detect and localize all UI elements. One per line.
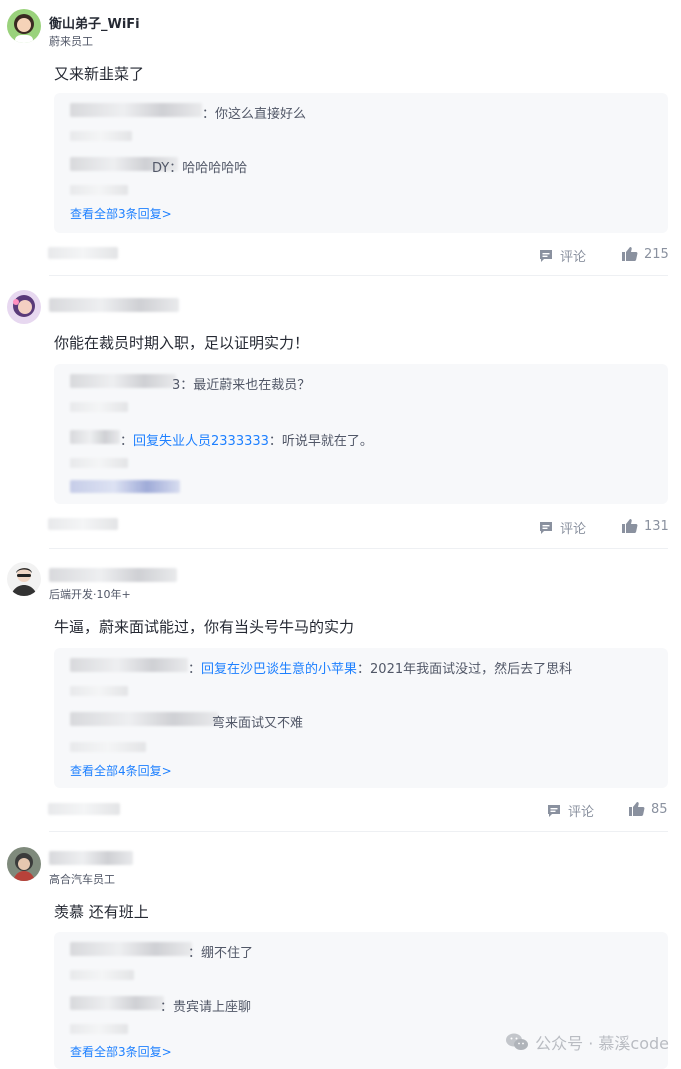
- reply-prefix: ：: [120, 434, 134, 449]
- reply-text: DY：哈哈哈哈哈: [152, 161, 248, 176]
- comment-text: 又来新韭菜了: [54, 65, 145, 83]
- view-all-replies-link[interactable]: 查看全部4条回复>: [70, 762, 172, 779]
- like-count: 131: [644, 518, 669, 534]
- avatar-image: [7, 290, 41, 324]
- avatar[interactable]: [7, 847, 41, 881]
- like-count: 85: [651, 801, 668, 817]
- redacted-username: [49, 851, 133, 865]
- redacted-meta: [70, 458, 128, 468]
- like-button[interactable]: 131: [621, 518, 669, 534]
- comment-button[interactable]: 评论: [546, 801, 594, 820]
- thumbs-up-icon: [621, 518, 638, 534]
- user-title: 蔚来员工: [49, 35, 93, 48]
- comment-item: 你能在裁员时期入职，足以证明实力！ 3：最近蔚来也在裁员？ ：回复失业人员233…: [0, 280, 681, 550]
- redacted-meta: [70, 402, 128, 412]
- reply-text: ：回复在沙巴谈生意的小苹果：2021年我面试没过，然后去了思科: [188, 658, 572, 677]
- comment-item: 衡山弟子_WiFi 蔚来员工 又来新韭菜了 ：你这么直接好么 DY：哈哈哈哈哈 …: [0, 0, 681, 280]
- comment-item: 后端开发·10年+ 牛逼，蔚来面试能过，你有当头号牛马的实力 ：回复在沙巴谈生意…: [0, 550, 681, 835]
- thumbs-up-icon: [621, 246, 638, 262]
- comment-icon: [538, 520, 554, 536]
- divider: [49, 548, 668, 549]
- comment-icon: [538, 248, 554, 264]
- reply-text: ：贵宾请上座聊: [160, 1000, 252, 1015]
- comment-text: 你能在裁员时期入职，足以证明实力！: [54, 334, 310, 352]
- redacted-username: [70, 658, 188, 672]
- comment-icon: [546, 803, 562, 819]
- like-button[interactable]: 215: [621, 246, 669, 262]
- redacted-meta: [70, 742, 146, 752]
- redacted-username: [70, 996, 164, 1010]
- redacted-username: [49, 568, 177, 582]
- redacted-meta: [70, 185, 128, 195]
- comment-label: 评论: [568, 805, 595, 820]
- redacted-timestamp: [48, 247, 118, 259]
- watermark: 公众号 · 慕溪code: [505, 1030, 669, 1054]
- redacted-view-all-link[interactable]: [70, 480, 180, 493]
- avatar-image: [7, 562, 41, 596]
- reply-prefix: ：: [188, 662, 202, 677]
- redacted-username: [70, 103, 202, 117]
- comment-text: 羡慕 还有班上: [54, 903, 149, 921]
- avatar-image: [7, 847, 41, 881]
- wechat-icon: [505, 1032, 529, 1052]
- comment-label: 评论: [560, 250, 587, 265]
- comment-button[interactable]: 评论: [538, 246, 586, 265]
- redacted-username: [70, 942, 192, 956]
- redacted-username: [49, 298, 179, 312]
- reply-text: ：回复失业人员2333333：听说早就在了。: [120, 430, 373, 449]
- divider: [49, 275, 668, 276]
- reply-body: ：听说早就在了。: [268, 434, 373, 449]
- reply-text: ：你这么直接好么: [202, 107, 307, 122]
- redacted-timestamp: [48, 518, 118, 530]
- thumbs-up-icon: [628, 801, 645, 817]
- comment-label: 评论: [560, 522, 587, 537]
- redacted-meta: [70, 686, 128, 696]
- avatar[interactable]: [7, 562, 41, 596]
- reply-text: 弯来面试又不难: [212, 716, 304, 731]
- reply-mention-link[interactable]: 回复失业人员2333333: [133, 434, 269, 449]
- reply-mention-link[interactable]: 回复在沙巴谈生意的小苹果: [201, 662, 357, 677]
- redacted-meta: [70, 1024, 128, 1034]
- user-name[interactable]: 衡山弟子_WiFi: [49, 13, 140, 32]
- divider: [49, 831, 668, 832]
- reply-box: 3：最近蔚来也在裁员？ ：回复失业人员2333333：听说早就在了。: [54, 364, 668, 504]
- comment-text: 牛逼，蔚来面试能过，你有当头号牛马的实力: [54, 618, 355, 636]
- reply-box: ：你这么直接好么 DY：哈哈哈哈哈 查看全部3条回复>: [54, 93, 668, 233]
- avatar[interactable]: [7, 290, 41, 324]
- reply-body: ：2021年我面试没过，然后去了思科: [357, 662, 573, 677]
- redacted-timestamp: [48, 803, 120, 815]
- view-all-replies-link[interactable]: 查看全部3条回复>: [70, 1043, 172, 1060]
- reply-text: ：绷不住了: [188, 946, 254, 961]
- reply-text: 3：最近蔚来也在裁员？: [172, 378, 311, 393]
- redacted-meta: [70, 131, 132, 141]
- redacted-username: [70, 374, 176, 388]
- avatar[interactable]: [7, 9, 41, 43]
- avatar-image: [7, 9, 41, 43]
- redacted-username: [70, 430, 120, 444]
- user-title: 高合汽车员工: [49, 873, 115, 886]
- like-button[interactable]: 85: [628, 801, 668, 817]
- redacted-username: [70, 712, 218, 726]
- like-count: 215: [644, 246, 669, 262]
- redacted-meta: [70, 970, 134, 980]
- reply-box: ：回复在沙巴谈生意的小苹果：2021年我面试没过，然后去了思科 弯来面试又不难 …: [54, 648, 668, 788]
- user-title: 后端开发·10年+: [49, 588, 131, 601]
- view-all-replies-link[interactable]: 查看全部3条回复>: [70, 205, 172, 222]
- comment-button[interactable]: 评论: [538, 518, 586, 537]
- watermark-text: 公众号 · 慕溪code: [535, 1034, 669, 1053]
